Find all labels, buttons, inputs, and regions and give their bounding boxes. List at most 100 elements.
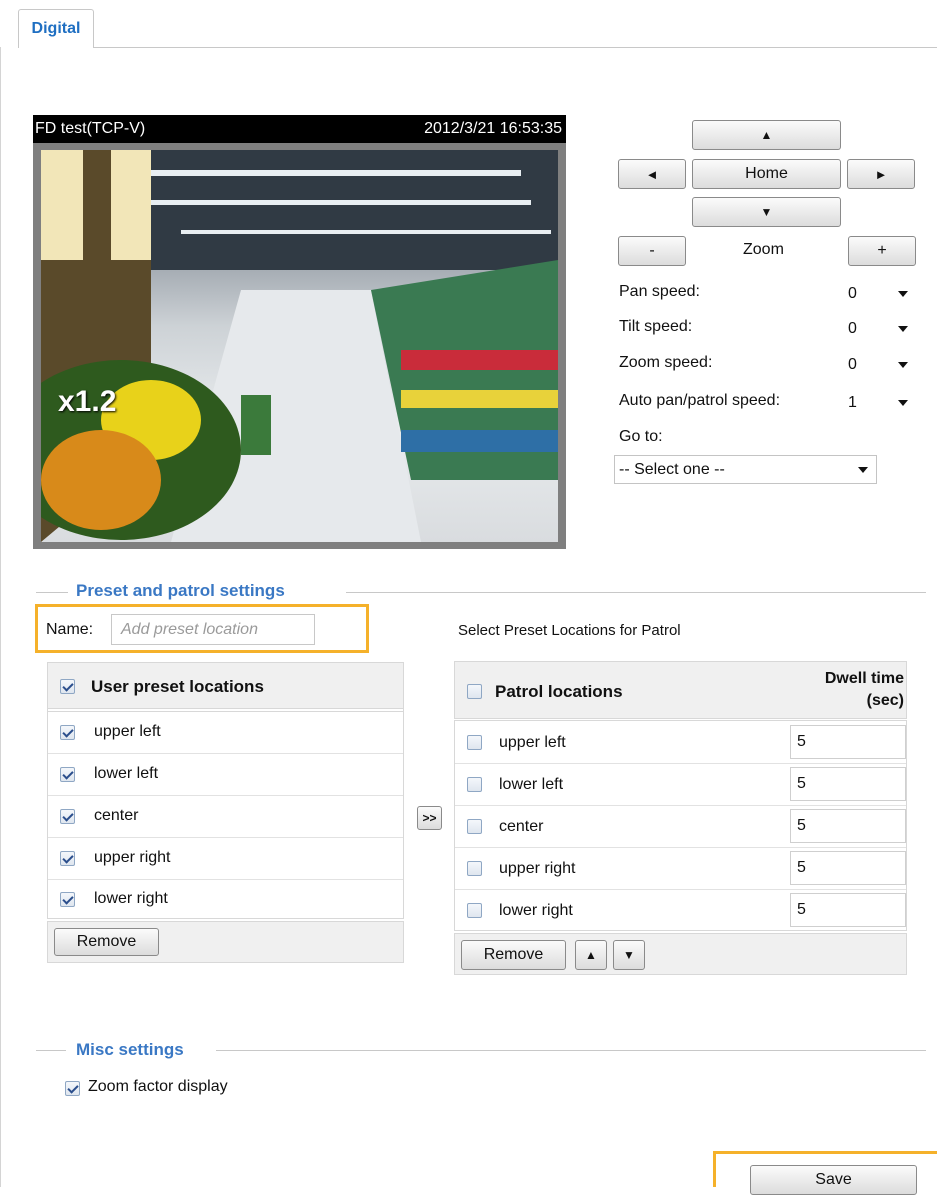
patrol-location-name: upper right (499, 860, 576, 877)
patrol-location-name: lower right (499, 902, 573, 919)
dwell-time-input[interactable]: 5 (790, 893, 906, 927)
list-item[interactable]: upper left (48, 712, 403, 753)
user-preset-checkbox[interactable] (60, 725, 75, 740)
section-divider (346, 592, 926, 593)
dwell-header-line2: (sec) (866, 692, 904, 709)
zoom-label: Zoom (743, 241, 784, 258)
section-divider (36, 592, 68, 593)
table-row[interactable]: lower right 5 (455, 890, 906, 930)
dwell-header-line1: Dwell time (824, 670, 904, 687)
patrol-header: Patrol locations Dwell time (sec) (454, 661, 907, 719)
table-row[interactable]: center 5 (455, 806, 906, 847)
preset-name-input[interactable]: Add preset location (111, 614, 315, 645)
preset-section-title: Preset and patrol settings (76, 581, 285, 600)
user-preset-checkbox[interactable] (60, 809, 75, 824)
user-preset-label: center (94, 807, 139, 824)
select-patrol-label: Select Preset Locations for Patrol (458, 622, 681, 639)
user-preset-checkbox[interactable] (60, 892, 75, 907)
auto-patrol-speed-value: 1 (848, 394, 857, 411)
user-preset-checkbox[interactable] (60, 851, 75, 866)
tilt-speed-value: 0 (848, 320, 857, 337)
patrol-footer: Remove ▲ ▼ (454, 933, 907, 975)
patrol-checkbox[interactable] (467, 819, 482, 834)
auto-patrol-speed-label: Auto pan/patrol speed: (619, 392, 781, 409)
patrol-checkbox[interactable] (467, 903, 482, 918)
tab-digital[interactable]: Digital (18, 9, 94, 48)
dwell-time-input[interactable]: 5 (790, 809, 906, 843)
patrol-header-label: Patrol locations (495, 682, 623, 701)
zoom-out-button[interactable]: - (618, 236, 686, 266)
move-down-button[interactable]: ▼ (613, 940, 645, 970)
move-up-button[interactable]: ▲ (575, 940, 607, 970)
pan-right-button[interactable]: ► (847, 159, 915, 189)
video-titlebar: FD test(TCP-V) 2012/3/21 16:53:35 (33, 115, 566, 143)
section-divider (36, 1050, 66, 1051)
user-preset-list: upper left lower left center upper right… (47, 711, 404, 919)
zoom-speed-label: Zoom speed: (619, 354, 713, 371)
home-button[interactable]: Home (692, 159, 841, 189)
zoom-display-label: Zoom factor display (88, 1078, 228, 1095)
chevron-down-icon (898, 400, 908, 406)
user-preset-label: lower right (94, 890, 168, 907)
video-frame[interactable]: x1.2 (41, 150, 558, 542)
page-left-border (0, 47, 1, 1187)
list-item[interactable]: lower left (48, 754, 403, 795)
zoom-in-button[interactable]: + (848, 236, 916, 266)
pan-left-button[interactable]: ◄ (618, 159, 686, 189)
tab-underline (94, 47, 937, 48)
patrol-checkbox[interactable] (467, 777, 482, 792)
chevron-down-icon (898, 326, 908, 332)
zoom-speed-select[interactable]: 0 (848, 351, 916, 379)
zoom-factor-overlay: x1.2 (58, 385, 117, 418)
remove-patrol-button[interactable]: Remove (461, 940, 566, 970)
save-button[interactable]: Save (750, 1165, 917, 1195)
user-preset-label: upper left (94, 723, 161, 740)
video-viewer: FD test(TCP-V) 2012/3/21 16:53:35 x1.2 (33, 115, 566, 549)
pan-speed-select[interactable]: 0 (848, 280, 916, 308)
user-preset-label: lower left (94, 765, 159, 782)
tilt-down-button[interactable]: ▼ (692, 197, 841, 227)
zoom-display-checkbox[interactable] (65, 1081, 80, 1096)
dwell-time-input[interactable]: 5 (790, 725, 906, 759)
table-row[interactable]: upper left 5 (455, 721, 906, 763)
goto-value: -- Select one -- (619, 460, 725, 478)
user-preset-footer: Remove (47, 921, 404, 963)
goto-select[interactable]: -- Select one -- (614, 455, 877, 484)
chevron-down-icon (898, 291, 908, 297)
tab-digital-label: Digital (31, 20, 81, 37)
patrol-select-all[interactable] (467, 684, 482, 699)
user-preset-header-label: User preset locations (91, 677, 264, 696)
goto-label: Go to: (619, 428, 663, 445)
preset-name-placeholder: Add preset location (121, 620, 258, 638)
user-preset-select-all[interactable] (60, 679, 75, 694)
section-divider (216, 1050, 926, 1051)
patrol-list: upper left 5 lower left 5 center 5 upper… (454, 720, 907, 931)
dwell-time-input[interactable]: 5 (790, 767, 906, 801)
tilt-speed-label: Tilt speed: (619, 318, 693, 335)
video-name: FD test(TCP-V) (35, 120, 146, 137)
tilt-up-button[interactable]: ▲ (692, 120, 841, 150)
misc-section-title: Misc settings (76, 1040, 184, 1059)
patrol-location-name: upper left (499, 734, 566, 751)
patrol-location-name: lower left (499, 776, 564, 793)
user-preset-checkbox[interactable] (60, 767, 75, 782)
pan-speed-value: 0 (848, 285, 857, 302)
patrol-checkbox[interactable] (467, 735, 482, 750)
list-item[interactable]: center (48, 796, 403, 837)
video-timestamp: 2012/3/21 16:53:35 (424, 120, 562, 137)
add-to-patrol-button[interactable]: >> (417, 806, 442, 830)
chevron-down-icon (898, 362, 908, 368)
dwell-time-input[interactable]: 5 (790, 851, 906, 885)
pan-speed-label: Pan speed: (619, 283, 700, 300)
user-preset-label: upper right (94, 849, 171, 866)
list-item[interactable]: upper right (48, 838, 403, 879)
auto-patrol-speed-select[interactable]: 1 (848, 389, 916, 417)
patrol-checkbox[interactable] (467, 861, 482, 876)
table-row[interactable]: upper right 5 (455, 848, 906, 889)
zoom-speed-value: 0 (848, 356, 857, 373)
tilt-speed-select[interactable]: 0 (848, 315, 916, 343)
remove-preset-button[interactable]: Remove (54, 928, 159, 956)
list-item[interactable]: lower right (48, 880, 403, 918)
table-row[interactable]: lower left 5 (455, 764, 906, 805)
user-preset-header: User preset locations (47, 662, 404, 709)
